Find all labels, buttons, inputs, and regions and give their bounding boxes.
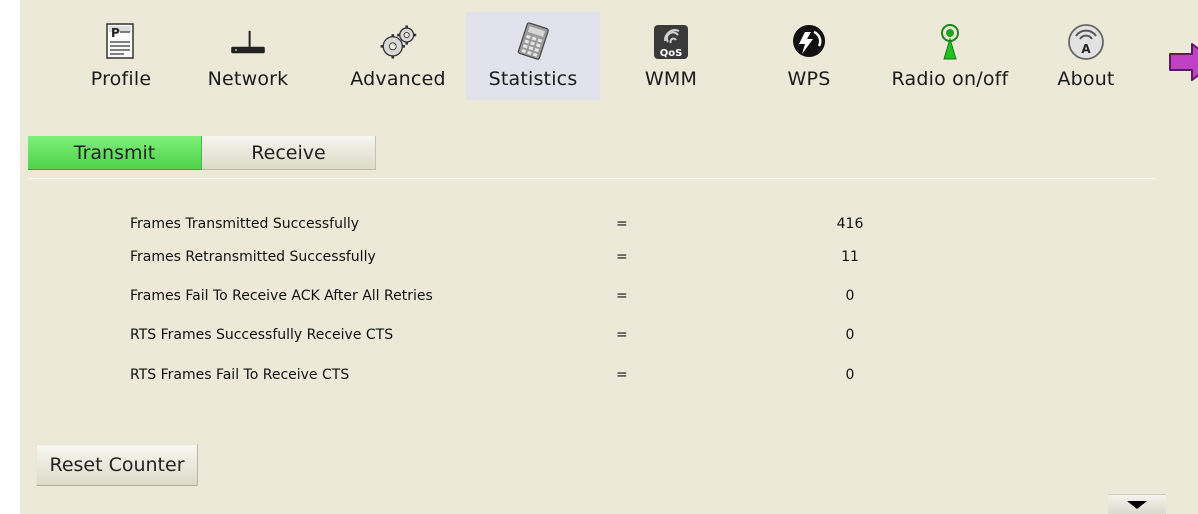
tab-receive[interactable]: Receive [202,136,376,170]
stat-row: Frames Fail To Receive ACK After All Ret… [130,286,890,310]
toolbar-radio-button[interactable]: Radio on/off [876,12,1024,100]
toolbar-profile-label: Profile [90,68,152,90]
toolbar-radio-label: Radio on/off [891,68,1009,90]
caret-down-icon [1127,500,1147,509]
main-toolbar: P Profile Network Advanced Statistics Qo… [66,12,1198,102]
stat-label: RTS Frames Successfully Receive CTS [130,327,394,343]
stat-label: Frames Retransmitted Successfully [130,249,376,265]
about-icon: A [1066,22,1106,62]
stat-label: Frames Transmitted Successfully [130,216,360,232]
toolbar-next-arrow-icon[interactable] [1166,40,1198,84]
stat-row: Frames Retransmitted Successfully = 11 [130,247,890,271]
radio-icon [930,22,970,62]
stat-value: 0 [845,367,855,383]
stat-row: RTS Frames Successfully Receive CTS = 0 [130,325,890,349]
about-icon-letter: A [1081,42,1091,56]
stat-value: 0 [845,288,855,304]
statistics-icon [513,22,553,62]
stat-value: 11 [841,249,859,265]
toolbar-statistics-button[interactable]: Statistics [466,12,600,100]
stat-value: 0 [845,327,855,343]
stat-row: Frames Transmitted Successfully = 416 [130,214,890,238]
stat-tabs: Transmit Receive [28,136,376,170]
wps-icon [789,22,829,62]
stat-equals: = [616,288,628,304]
wmm-icon: QoS [651,22,691,62]
stat-equals: = [616,216,628,232]
stat-label: RTS Frames Fail To Receive CTS [130,367,350,383]
toolbar-wps-button[interactable]: WPS [754,12,864,100]
stat-equals: = [616,367,628,383]
scroll-down-button[interactable] [1108,494,1166,514]
toolbar-about-button[interactable]: A About [1036,12,1136,100]
toolbar-advanced-button[interactable]: Advanced [334,12,462,100]
toolbar-wps-label: WPS [787,68,831,90]
reset-counter-button[interactable]: Reset Counter [36,444,198,486]
toolbar-statistics-label: Statistics [488,68,578,90]
wmm-qos-text: QoS [660,48,683,59]
profile-icon: P [101,22,141,62]
stat-equals: = [616,327,628,343]
toolbar-advanced-label: Advanced [350,68,446,90]
stat-row: RTS Frames Fail To Receive CTS = 0 [130,365,890,389]
tab-divider [28,178,1156,179]
toolbar-profile-button[interactable]: P Profile [66,12,176,100]
statistics-window: P Profile Network Advanced Statistics Qo… [20,0,1198,514]
stat-equals: = [616,249,628,265]
toolbar-wmm-button[interactable]: QoS WMM [614,12,728,100]
tab-transmit[interactable]: Transmit [28,136,202,170]
svg-text:P: P [111,26,120,40]
stat-label: Frames Fail To Receive ACK After All Ret… [130,288,433,304]
toolbar-wmm-label: WMM [644,68,698,90]
toolbar-about-label: About [1057,68,1115,90]
toolbar-network-label: Network [207,68,289,90]
network-icon [228,22,268,62]
advanced-icon [378,22,418,62]
toolbar-network-button[interactable]: Network [186,12,310,100]
stat-value: 416 [836,216,864,232]
